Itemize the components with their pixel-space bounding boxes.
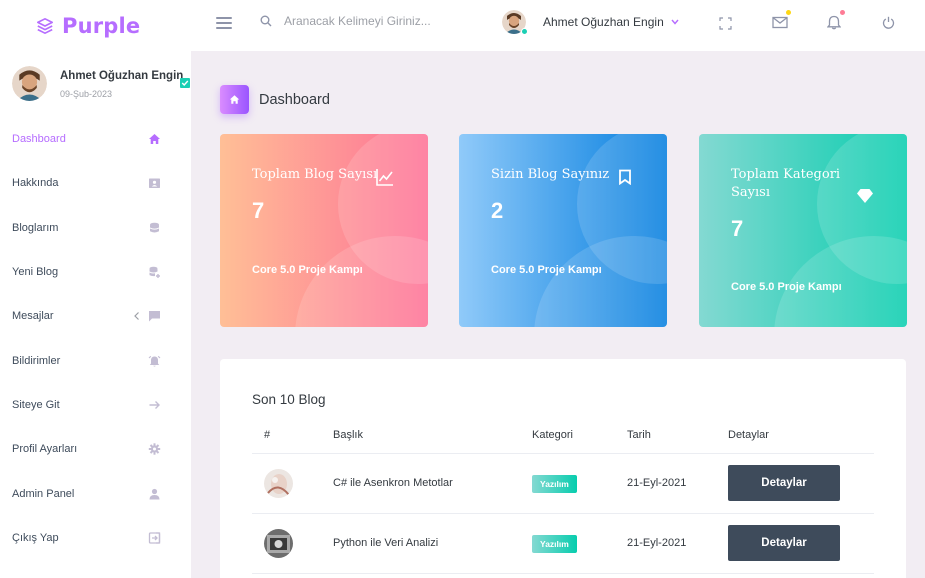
sidebar-item-siteye-git[interactable]: Siteye Git [0, 383, 191, 427]
sidebar-item-cikis-yap[interactable]: Çıkış Yap [0, 516, 191, 560]
blog-title: Python ile Veri Analizi [333, 537, 439, 549]
category-badge: Yazılım [532, 475, 577, 493]
details-button[interactable]: Detaylar [728, 465, 840, 501]
arrow-right-icon [149, 400, 160, 409]
bell-icon[interactable] [826, 10, 845, 30]
diamond-icon [857, 189, 873, 203]
sidebar-item-mesajlar[interactable]: Mesajlar [0, 294, 191, 338]
chevron-down-icon [671, 19, 679, 25]
avatar [12, 66, 47, 101]
page-home-badge [220, 85, 249, 114]
mail-icon[interactable] [772, 10, 791, 29]
power-icon[interactable] [882, 16, 895, 29]
sidebar-item-label: Hakkında [12, 177, 59, 190]
sidebar-item-label: Çıkış Yap [12, 531, 59, 544]
details-button[interactable]: Detaylar [728, 525, 840, 561]
bookmark-icon [619, 169, 631, 185]
stat-card-total-categories: Toplam Kategori Sayısı 7 Core 5.0 Proje … [699, 134, 907, 327]
database-plus-icon [149, 266, 160, 279]
blog-thumbnail [264, 529, 293, 558]
category-badge: Yazılım [532, 535, 577, 553]
bookmark-check-icon [180, 78, 190, 88]
stat-card-value: 7 [731, 216, 744, 241]
stat-card-value: 2 [491, 198, 504, 223]
sidebar-item-label: Siteye Git [12, 398, 60, 411]
sidebar-item-label: Mesajlar [12, 310, 54, 323]
table-header-date: Tarih [627, 429, 651, 441]
page-header: Dashboard [220, 85, 330, 114]
menu-icon[interactable] [216, 17, 232, 29]
sidebar-item-admin-panel[interactable]: Admin Panel [0, 471, 191, 515]
blog-date: 21-Eyl-2021 [627, 537, 687, 549]
sidebar-item-label: Profil Ayarları [12, 443, 78, 456]
fullscreen-icon[interactable] [719, 17, 732, 30]
stat-card-total-blogs: Toplam Blog Sayısı 7 Core 5.0 Proje Kamp… [220, 134, 428, 327]
chevron-left-icon [134, 312, 139, 321]
blog-thumbnail [264, 469, 293, 498]
navbar-profile-dropdown[interactable]: Ahmet Oğuzhan Engin [502, 10, 679, 35]
stat-card-title: Toplam Kategori Sayısı [731, 167, 841, 200]
stat-card-value: 7 [252, 198, 265, 223]
blog-title: C# ile Asenkron Metotlar [333, 477, 453, 489]
avatar [502, 10, 528, 35]
sidebar-item-bloglarim[interactable]: Bloglarım [0, 206, 191, 250]
sidebar: Ahmet Oğuzhan Engin 09-Şub-2023 Dashboar… [0, 51, 191, 578]
stat-card-my-blogs: Sizin Blog Sayınız 2 Core 5.0 Proje Kamp… [459, 134, 667, 327]
search-icon [260, 15, 272, 27]
blog-date: 21-Eyl-2021 [627, 477, 687, 489]
page-title: Dashboard [259, 91, 330, 108]
sidebar-menu: Dashboard Hakkında Bloglarım Yeni Blog M… [0, 117, 191, 560]
chart-line-icon [376, 169, 393, 186]
table-header-title: Başlık [333, 429, 363, 441]
sidebar-item-yeni-blog[interactable]: Yeni Blog [0, 250, 191, 294]
recent-blogs-title: Son 10 Blog [252, 392, 326, 407]
sidebar-item-label: Dashboard [12, 133, 66, 146]
alarm-icon [148, 355, 161, 367]
table-header-number: # [264, 429, 271, 441]
user-icon [149, 488, 160, 500]
sidebar-user-date: 09-Şub-2023 [60, 89, 113, 99]
table-row: C# ile Asenkron Metotlar Yazılım 21-Eyl-… [252, 454, 874, 514]
search-input[interactable] [284, 14, 444, 28]
sidebar-item-hakkinda[interactable]: Hakkında [0, 161, 191, 205]
database-icon [150, 222, 159, 233]
sidebar-item-profil-ayarlari[interactable]: Profil Ayarları [0, 427, 191, 471]
sidebar-item-label: Bloglarım [12, 221, 59, 234]
logout-icon [148, 532, 161, 544]
mail-badge [786, 10, 791, 15]
brand[interactable]: Purple [0, 0, 191, 51]
sidebar-profile[interactable]: Ahmet Oğuzhan Engin 09-Şub-2023 [0, 51, 191, 117]
gear-icon [148, 443, 161, 455]
stat-card-subtitle: Core 5.0 Proje Kampı [491, 264, 602, 276]
recent-blogs-table: # Başlık Kategori Tarih Detaylar C# ile … [252, 427, 874, 574]
table-header-category: Kategori [532, 429, 573, 441]
home-icon [149, 134, 160, 145]
search-bar [260, 14, 444, 28]
sidebar-item-label: Admin Panel [12, 487, 75, 500]
notification-badge [840, 10, 845, 15]
sidebar-item-bildirimler[interactable]: Bildirimler [0, 338, 191, 382]
top-navbar: Purple Ahmet Oğuzhan Engin [0, 0, 925, 51]
message-icon [149, 311, 160, 322]
sidebar-item-dashboard[interactable]: Dashboard [0, 117, 191, 161]
sidebar-item-label: Bildirimler [12, 354, 61, 367]
navbar-user-name: Ahmet Oğuzhan Engin [543, 15, 664, 29]
layers-logo-icon [36, 17, 54, 34]
home-icon [229, 95, 240, 104]
table-header-row: # Başlık Kategori Tarih Detaylar [252, 427, 874, 454]
sidebar-user-name: Ahmet Oğuzhan Engin [60, 70, 184, 82]
sidebar-item-label: Yeni Blog [12, 266, 59, 279]
table-row: Python ile Veri Analizi Yazılım 21-Eyl-2… [252, 514, 874, 574]
table-header-details: Detaylar [728, 429, 769, 441]
stat-card-subtitle: Core 5.0 Proje Kampı [731, 281, 842, 293]
recent-blogs-card: Son 10 Blog # Başlık Kategori Tarih Deta… [220, 359, 906, 578]
stat-card-subtitle: Core 5.0 Proje Kampı [252, 264, 363, 276]
contact-card-icon [149, 178, 160, 189]
brand-name: Purple [62, 13, 141, 38]
